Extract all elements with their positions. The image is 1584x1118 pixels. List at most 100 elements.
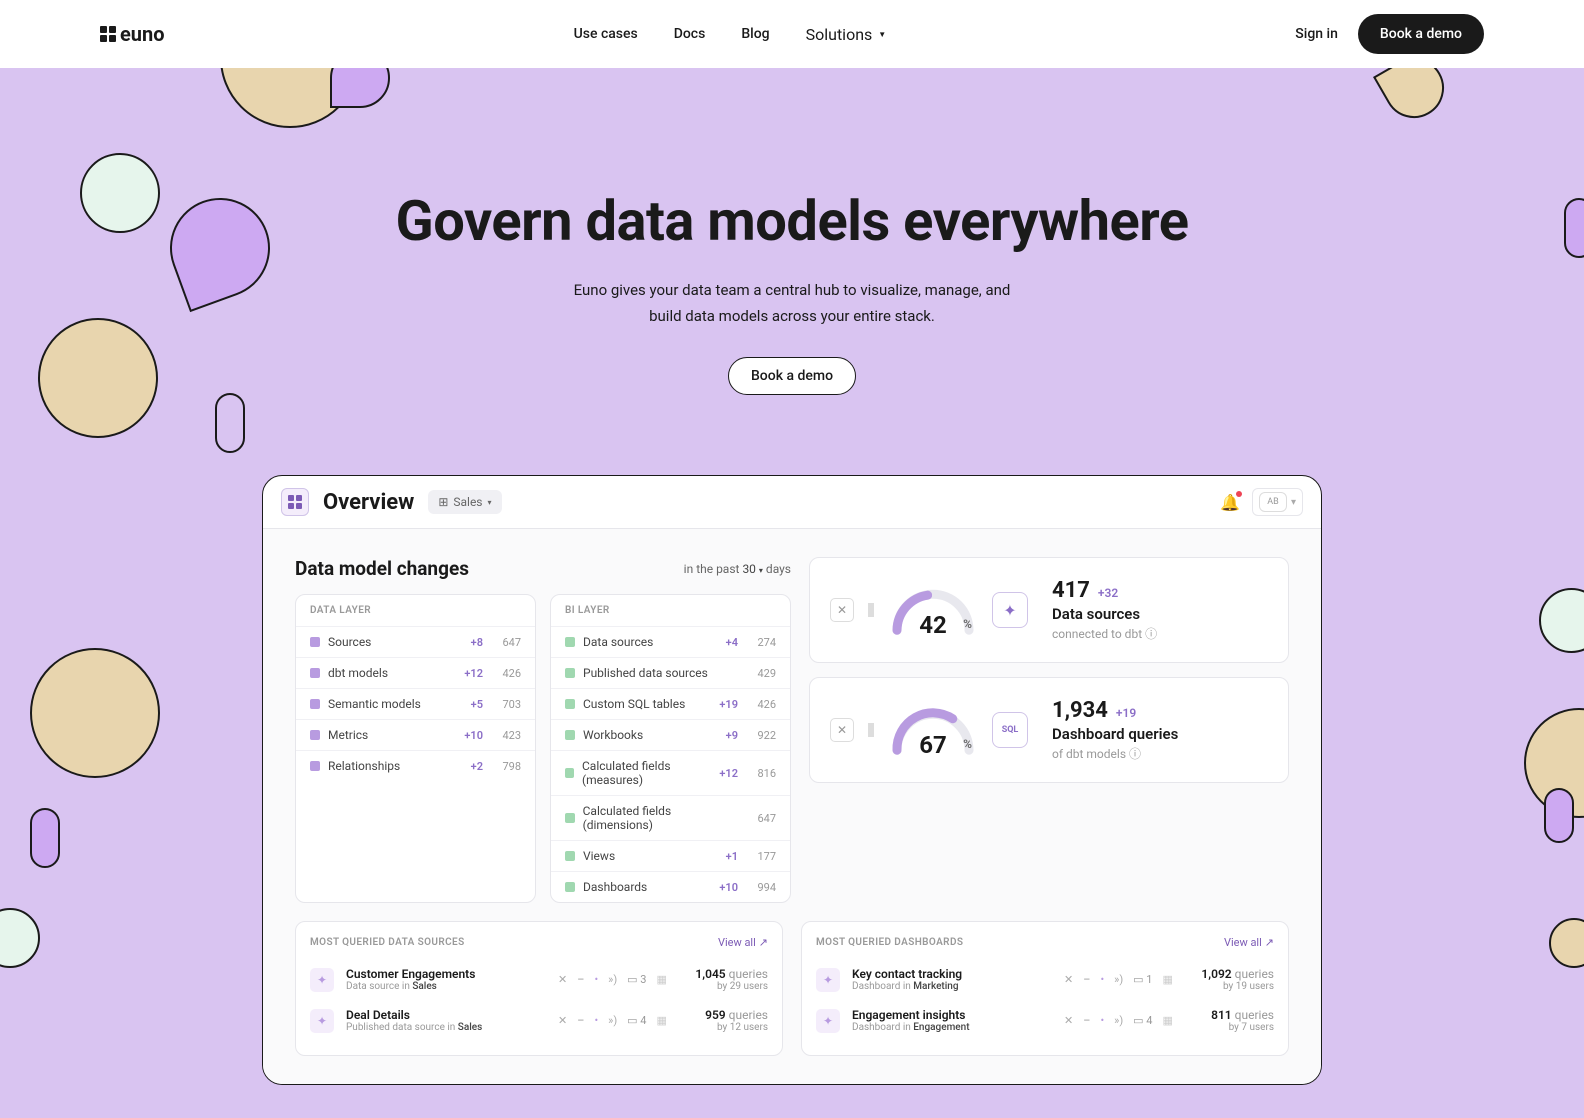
tableau-icon: ✦ [992,592,1028,628]
nav-docs[interactable]: Docs [674,26,706,42]
avatar[interactable]: AB [1259,492,1287,512]
bi-layer-title: BI LAYER [551,595,790,626]
badge: ▭ 1 [1133,973,1152,986]
logo[interactable]: euno [100,22,165,46]
chevron-down-icon: ▾ [488,498,492,507]
timespan-selector: in the past 30 ▾ days [684,562,791,576]
sql-icon: SQL [992,712,1028,748]
close-icon[interactable]: ✕ [830,718,854,742]
query-row[interactable]: ✦ Deal DetailsPublished data source in S… [310,1000,768,1041]
layer-row[interactable]: Views +1177 [551,840,790,871]
badge: ▭ 3 [627,973,646,986]
layer-row[interactable]: Metrics +10423 [296,719,535,750]
chart-icon: ▦ [656,973,666,986]
layer-icon [565,768,574,778]
chevron-down-icon: ▼ [878,30,886,39]
layer-icon [565,882,575,892]
queried-sources-card: MOST QUERIED DATA SOURCES View all ↗ ✦ C… [295,921,783,1056]
info-icon[interactable]: ⓘ [1129,747,1141,761]
view-all-link[interactable]: View all ↗ [1224,936,1274,949]
layer-row[interactable]: Workbooks +9922 [551,719,790,750]
signal-icon: ») [1114,973,1123,986]
bi-layer-card: BI LAYER Data sources +4274 Published da… [550,594,791,903]
layer-row[interactable]: Relationships +2798 [296,750,535,781]
layer-icon [565,813,575,823]
data-layer-title: DATA LAYER [296,595,535,626]
chart-icon: ▦ [1162,1014,1172,1027]
query-row[interactable]: ✦ Engagement insightsDashboard in Engage… [816,1000,1274,1041]
stat-card-sources: ✕ 42% ✦ 417+32 Data sources connected to [809,557,1289,663]
nav-use-cases[interactable]: Use cases [574,26,638,42]
filter-dropdown[interactable]: ⊞ Sales ▾ [428,490,501,514]
decorative-shape [38,318,158,438]
layer-row[interactable]: Published data sources 429 [551,657,790,688]
logo-icon [100,26,116,42]
layer-row[interactable]: Custom SQL tables +19426 [551,688,790,719]
decorative-shape [0,908,40,968]
layer-row[interactable]: Dashboards +10994 [551,871,790,902]
layer-icon [565,668,575,678]
nav-solutions[interactable]: Solutions ▼ [806,25,887,44]
source-icon: ✦ [310,1009,334,1033]
stats-column: ✕ 42% ✦ 417+32 Data sources connected to [809,557,1289,783]
info-icon[interactable]: ⓘ [1145,627,1157,641]
layer-icon [565,699,575,709]
app-screenshot: Overview ⊞ Sales ▾ 🔔 AB ▾ Data mod [262,475,1322,1085]
view-all-link[interactable]: View all ↗ [718,936,768,949]
signal-icon: ») [608,973,617,986]
close-icon[interactable]: ✕ [830,598,854,622]
layer-row[interactable]: Semantic models +5703 [296,688,535,719]
layer-icon [310,699,320,709]
decorative-shape [1549,918,1584,968]
decorative-shape [1564,198,1584,258]
decorative-shape [1539,588,1584,653]
signal-icon: ») [1114,1014,1123,1027]
chevron-down-icon: ▾ [1291,497,1296,508]
data-layer-card: DATA LAYER Sources +8647 dbt models +124… [295,594,536,903]
queried-dashboards-card: MOST QUERIED DASHBOARDS View all ↗ ✦ Key… [801,921,1289,1056]
signal-icon: ») [608,1014,617,1027]
app-logo-icon[interactable] [281,488,309,516]
decorative-shape [30,808,60,868]
layer-row[interactable]: Sources +8647 [296,626,535,657]
badge: ▭ 4 [1133,1014,1152,1027]
main-nav: Use cases Docs Blog Solutions ▼ [574,25,887,44]
grid-icon: ⊞ [438,495,448,509]
layer-row[interactable]: Calculated fields (measures) +12816 [551,750,790,795]
decorative-shape [1544,788,1574,843]
hero-section: Govern data models everywhere Euno gives… [0,68,1584,1118]
decorative-shape [215,393,245,453]
timespan-dropdown[interactable]: 30 ▾ [742,562,763,576]
chart-icon: ▦ [1162,973,1172,986]
changes-section: Data model changes in the past 30 ▾ days… [295,557,791,903]
decorative-shape [80,153,160,233]
gauge-icon: 67% [888,705,978,755]
app-title: Overview [323,490,414,515]
book-demo-button[interactable]: Book a demo [1358,14,1484,54]
hero-title: Govern data models everywhere [342,188,1242,254]
source-icon: ✦ [816,968,840,992]
arrow-icon: ↗ [759,936,768,949]
logo-text: euno [120,22,165,46]
layer-icon [565,730,575,740]
hero-cta-button[interactable]: Book a demo [728,357,856,395]
layer-row[interactable]: dbt models +12426 [296,657,535,688]
layer-icon [310,730,320,740]
decorative-shape [1373,68,1455,129]
nav-blog[interactable]: Blog [741,26,769,42]
sign-in-link[interactable]: Sign in [1295,26,1338,42]
decorative-shape [156,184,284,312]
query-row[interactable]: ✦ Customer EngagementsData source in Sal… [310,959,768,1000]
notification-bell-icon[interactable]: 🔔 [1220,493,1240,512]
app-header: Overview ⊞ Sales ▾ 🔔 AB ▾ [263,476,1321,529]
header-right: Sign in Book a demo [1295,14,1484,54]
layer-icon [565,851,575,861]
query-row[interactable]: ✦ Key contact trackingDashboard in Marke… [816,959,1274,1000]
site-header: euno Use cases Docs Blog Solutions ▼ Sig… [0,0,1584,68]
layer-icon [310,668,320,678]
chart-icon: ▦ [656,1014,666,1027]
layer-icon [310,637,320,647]
layer-row[interactable]: Data sources +4274 [551,626,790,657]
close-icon: ✕ [1064,973,1073,986]
layer-row[interactable]: Calculated fields (dimensions) 647 [551,795,790,840]
